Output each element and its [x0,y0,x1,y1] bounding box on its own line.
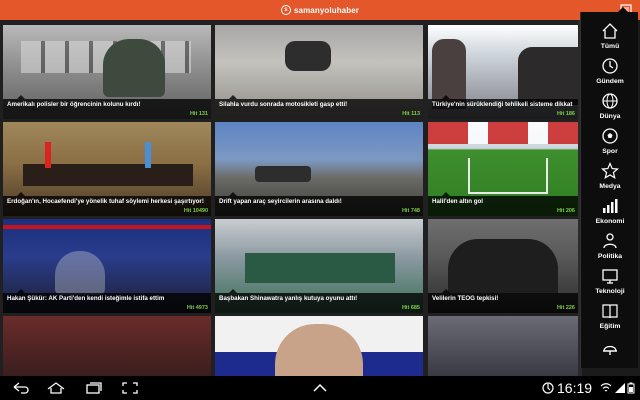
hit-count: Hit 4973 [186,305,208,311]
menu-item-medya[interactable]: Medya [581,162,639,202]
hit-count: Hit 131 [189,111,208,117]
back-icon[interactable] [12,380,32,396]
news-title: Türkiye'nin sürüklendiği tehlikeli siste… [432,101,574,108]
star-icon [601,162,619,180]
news-grid: Amerikalı polisler bir öğrencinin kolunu… [0,20,582,376]
sync-icon [542,382,554,394]
menu-item-gundem[interactable]: Gündem [581,57,639,97]
menu-pointer [618,7,628,12]
book-icon [602,304,618,319]
clock-icon [602,58,618,74]
menu-item-politika[interactable]: Politika [581,232,639,272]
news-title: Drift yapan araç seyircilerin arasına da… [219,198,342,205]
category-menu: Tümü Gündem Dünya Spor Medya Ekonomi Pol… [580,7,639,368]
news-caption: Başbakan Shinawatra yanlış kutuya oyunu … [215,293,423,313]
hit-count: Hit 10490 [183,208,208,214]
menu-label: Teknoloji [595,288,625,295]
menu-item-spor[interactable]: Spor [581,127,639,167]
menu-label: Tümü [600,43,620,50]
menu-item-tumu[interactable]: Tümü [581,22,639,62]
menu-item-more[interactable] [581,340,639,366]
hit-count: Hit 206 [556,208,575,214]
news-card[interactable]: Başbakan Shinawatra yanlış kutuya oyunu … [215,219,423,313]
news-caption: Velilerin TEOG tepkisi! Hit 226 [428,293,578,313]
news-card[interactable]: Silahla vurdu sonrada motosikleti gasp e… [215,25,423,119]
news-card[interactable]: Hakan Şükür: AK Parti'den kendi isteğiml… [3,219,211,313]
menu-label: Eğitim [599,323,621,330]
menu-item-egitim[interactable]: Eğitim [581,302,639,342]
hit-count: Hit 226 [556,305,575,311]
news-card[interactable]: Drift yapan araç seyircilerin arasına da… [215,122,423,216]
hit-count: Hit 748 [401,208,420,214]
logo-icon: s [281,5,291,15]
news-title: Amerikalı polisler bir öğrencinin kolunu… [7,101,141,108]
news-title: Başbakan Shinawatra yanlış kutuya oyunu … [219,295,358,302]
news-card[interactable] [215,316,423,376]
news-title: Erdoğan'ın, Hocaefendi'ye yönelik tuhaf … [7,198,204,205]
news-thumbnail [3,316,211,376]
news-card[interactable] [428,316,578,376]
news-card[interactable]: Halil'den altın gol Hit 206 [428,122,578,216]
menu-label: Gündem [596,78,624,85]
menu-label: Spor [602,148,618,155]
soccer-ball-icon [602,128,618,144]
news-title: Hakan Şükür: AK Parti'den kendi isteğiml… [7,295,165,302]
menu-label: Politika [597,253,623,260]
top-bar: s samanyoluhaber [0,0,640,20]
news-caption: Drift yapan araç seyircilerin arasına da… [215,196,423,216]
hit-count: Hit 113 [402,111,420,117]
monitor-icon [602,269,618,284]
recent-apps-icon[interactable] [84,380,104,396]
menu-item-ekonomi[interactable]: Ekonomi [581,197,639,237]
news-thumbnail [428,316,578,376]
news-caption: Hakan Şükür: AK Parti'den kendi isteğiml… [3,293,211,313]
system-nav-bar: 16:19 [0,376,640,400]
news-caption: Silahla vurdu sonrada motosikleti gasp e… [215,99,423,119]
news-card[interactable] [3,316,211,376]
menu-label: Medya [599,183,621,190]
news-caption: Erdoğan'ın, Hocaefendi'ye yönelik tuhaf … [3,196,211,216]
status-clock: 16:19 [557,380,593,396]
logo-text: samanyoluhaber [294,5,359,15]
helmet-icon [603,345,617,355]
person-icon [603,233,617,249]
home-icon [602,23,618,39]
news-card[interactable]: Velilerin TEOG tepkisi! Hit 226 [428,219,578,313]
news-title: Velilerin TEOG tepkisi! [432,295,499,302]
news-card[interactable]: Erdoğan'ın, Hocaefendi'ye yönelik tuhaf … [3,122,211,216]
news-caption: Türkiye'nin sürüklendiği tehlikeli siste… [428,99,578,119]
menu-item-dunya[interactable]: Dünya [581,92,639,132]
battery-icon [626,382,636,394]
news-title: Halil'den altın gol [432,198,483,205]
news-title: Silahla vurdu sonrada motosikleti gasp e… [219,101,348,108]
wifi-icon [600,382,612,394]
news-caption: Halil'den altın gol Hit 206 [428,196,578,216]
news-card[interactable]: Türkiye'nin sürüklendiği tehlikeli siste… [428,25,578,119]
hit-count: Hit 685 [401,305,420,311]
menu-item-teknoloji[interactable]: Teknoloji [581,267,639,307]
menu-label: Dünya [599,113,621,120]
news-card[interactable]: Amerikalı polisler bir öğrencinin kolunu… [3,25,211,119]
screenshot-icon[interactable] [120,380,140,396]
news-thumbnail [215,316,423,376]
hit-count: Hit 186 [556,111,575,117]
globe-icon [602,93,618,109]
chevron-up-icon[interactable] [310,380,330,396]
signal-icon [614,382,626,394]
home-nav-icon[interactable] [46,380,66,396]
app-logo[interactable]: s samanyoluhaber [281,5,359,15]
bar-chart-icon [603,199,618,213]
app-root: s samanyoluhaber Amerikalı polisler bir … [0,0,640,400]
menu-label: Ekonomi [595,218,625,225]
news-caption: Amerikalı polisler bir öğrencinin kolunu… [3,99,211,119]
